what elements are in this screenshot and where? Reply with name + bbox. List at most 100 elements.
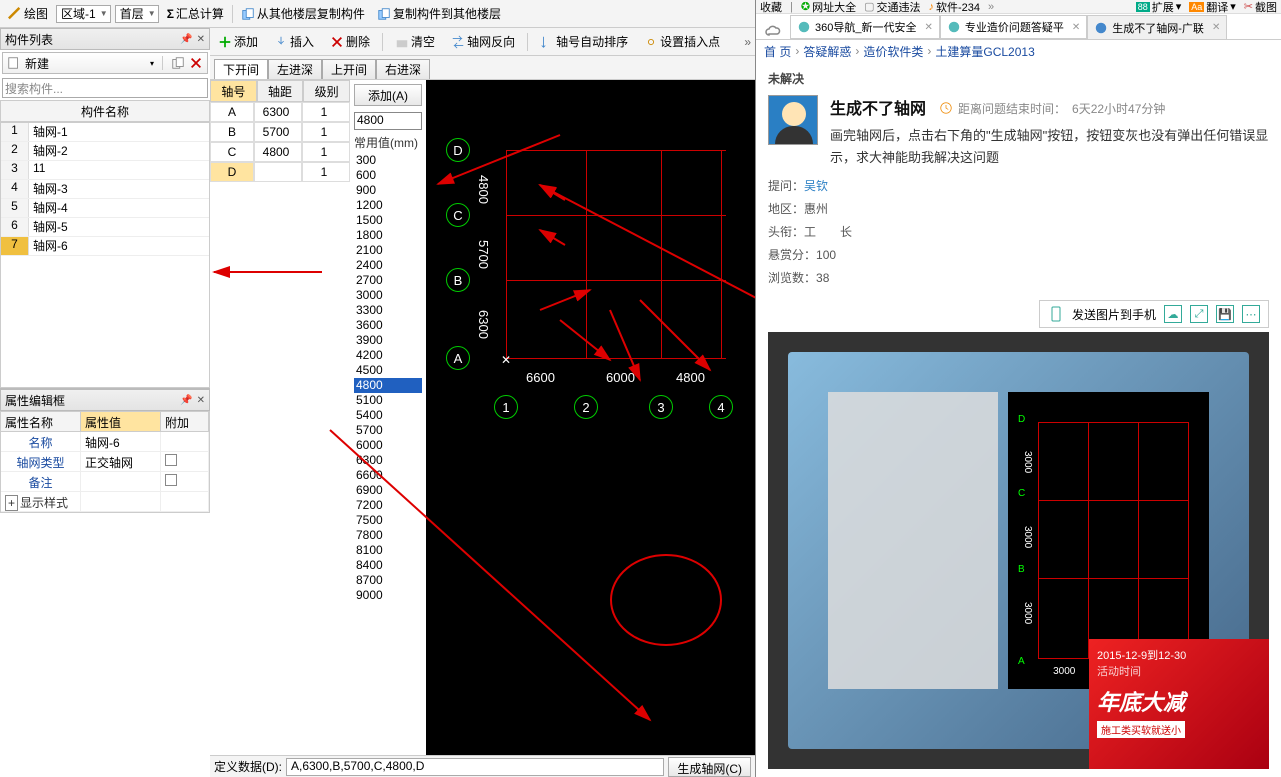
axis-row[interactable]: C48001 (210, 142, 350, 162)
grid-canvas[interactable]: ABCD1234630057004800660060004800 ✕ (426, 80, 755, 755)
more-icon[interactable]: ⋯ (1242, 305, 1260, 323)
value-item[interactable]: 7200 (354, 498, 422, 513)
axis-row[interactable]: D1 (210, 162, 350, 182)
net-btn[interactable]: ✪网址大全 (801, 0, 856, 15)
search-input[interactable]: 搜索构件... (2, 78, 208, 98)
value-list[interactable]: 3006009001200150018002100240027003000330… (354, 153, 422, 755)
new-button[interactable]: 新建 ▾ (2, 52, 208, 74)
send-to-phone[interactable]: 发送图片到手机 (1072, 306, 1156, 323)
value-item[interactable]: 1200 (354, 198, 422, 213)
close-icon[interactable]: ✕ (1212, 22, 1220, 33)
value-item[interactable]: 8700 (354, 573, 422, 588)
list-item[interactable]: 2轴网-2 (1, 142, 209, 161)
set-insert-btn[interactable]: 设置插入点 (640, 31, 724, 52)
value-item[interactable]: 8100 (354, 543, 422, 558)
value-item[interactable]: 3000 (354, 288, 422, 303)
add-btn[interactable]: 添加 (214, 31, 262, 52)
axis-table[interactable]: 轴号 轴距 级别 A63001B57001C48001D1 (210, 80, 350, 755)
value-item[interactable]: 6000 (354, 438, 422, 453)
value-item[interactable]: 6600 (354, 468, 422, 483)
axis-row[interactable]: A63001 (210, 102, 350, 122)
value-item[interactable]: 3600 (354, 318, 422, 333)
value-item[interactable]: 5100 (354, 393, 422, 408)
value-item[interactable]: 9000 (354, 588, 422, 603)
region-combo[interactable]: 区域-1 (56, 5, 111, 23)
value-item[interactable]: 1500 (354, 213, 422, 228)
traffic-btn[interactable]: ▢交通违法 (864, 0, 920, 15)
component-list[interactable]: 1轴网-12轴网-23114轴网-35轴网-46轴网-57轴网-6 (0, 122, 210, 388)
crumb-link[interactable]: 首 页 (764, 43, 791, 60)
more-icon[interactable]: » (988, 1, 994, 13)
value-item[interactable]: 3900 (354, 333, 422, 348)
close-icon[interactable]: ✕ (924, 22, 932, 33)
crumb-link[interactable]: 造价软件类 (863, 43, 923, 60)
generate-grid-btn[interactable]: 生成轴网(C) (668, 757, 751, 777)
tab-1[interactable]: 左进深 (268, 59, 322, 79)
copy-icon[interactable] (171, 56, 185, 70)
list-item[interactable]: 311 (1, 161, 209, 180)
browser-tab[interactable]: 专业造价问题答疑平✕ (940, 15, 1087, 39)
value-item[interactable]: 2700 (354, 273, 422, 288)
expand-icon[interactable]: ⤢ (1190, 305, 1208, 323)
copy-to-floor-btn[interactable]: 复制构件到其他楼层 (373, 3, 505, 24)
cloud-icon[interactable]: ☁ (1164, 305, 1182, 323)
crumb-link[interactable]: 答疑解惑 (803, 43, 851, 60)
trans-btn[interactable]: Aа翻译▾ (1189, 0, 1236, 15)
value-item[interactable]: 4800 (354, 378, 422, 393)
value-item[interactable]: 2400 (354, 258, 422, 273)
crumb-link[interactable]: 土建算量GCL2013 (935, 43, 1034, 60)
delete-btn[interactable]: 删除 (326, 31, 374, 52)
prop-row[interactable]: 名称轴网-6 (1, 432, 209, 452)
floor-combo[interactable]: 首层 (115, 5, 159, 23)
delete-icon[interactable] (189, 56, 203, 70)
browser-tab[interactable]: 360导航_新一代安全✕ (790, 15, 940, 39)
value-item[interactable]: 600 (354, 168, 422, 183)
fav-label[interactable]: 收藏 (760, 0, 782, 15)
cloud-icon[interactable] (765, 23, 781, 39)
shot-btn[interactable]: ✂截图 (1244, 0, 1277, 15)
value-input[interactable]: 4800 (354, 112, 422, 130)
tab-3[interactable]: 右进深 (376, 59, 430, 79)
value-item[interactable]: 4200 (354, 348, 422, 363)
value-item[interactable]: 7500 (354, 513, 422, 528)
value-item[interactable]: 3300 (354, 303, 422, 318)
list-item[interactable]: 4轴网-3 (1, 180, 209, 199)
promo-banner[interactable]: 2015-12-9到12-30 活动时间 年底大减 施工类买软就送小 (1089, 639, 1269, 769)
asker-link[interactable]: 吴钦 (804, 179, 828, 193)
pin-icon[interactable]: 📌 (180, 34, 192, 45)
value-item[interactable]: 900 (354, 183, 422, 198)
prop-row[interactable]: 备注 (1, 472, 209, 492)
value-item[interactable]: 6300 (354, 453, 422, 468)
axis-row[interactable]: B57001 (210, 122, 350, 142)
list-item[interactable]: 1轴网-1 (1, 123, 209, 142)
soft-btn[interactable]: ♪软件-234 (928, 0, 980, 15)
value-item[interactable]: 4500 (354, 363, 422, 378)
value-item[interactable]: 8400 (354, 558, 422, 573)
add-value-btn[interactable]: 添加(A) (354, 84, 422, 106)
value-item[interactable]: 300 (354, 153, 422, 168)
draw-btn[interactable]: 绘图 (4, 3, 52, 24)
value-item[interactable]: 7800 (354, 528, 422, 543)
prop-grid[interactable]: 属性名称 属性值 附加 名称轴网-6轴网类型正交轴网备注 +显示样式 (0, 411, 210, 513)
tab-0[interactable]: 下开间 (214, 59, 268, 79)
phone-icon[interactable] (1048, 306, 1064, 322)
reverse-btn[interactable]: 轴网反向 (447, 31, 519, 52)
save-icon[interactable]: 💾 (1216, 305, 1234, 323)
close-icon[interactable]: ✕ (1072, 22, 1080, 33)
insert-btn[interactable]: 插入 (270, 31, 318, 52)
value-item[interactable]: 2100 (354, 243, 422, 258)
value-item[interactable]: 5400 (354, 408, 422, 423)
browser-tab[interactable]: 生成不了轴网-广联✕ (1087, 15, 1227, 39)
value-item[interactable]: 5700 (354, 423, 422, 438)
sumcalc-btn[interactable]: Σ汇总计算 (163, 3, 228, 24)
prop-row[interactable]: 轴网类型正交轴网 (1, 452, 209, 472)
clear-btn[interactable]: 清空 (391, 31, 439, 52)
def-input[interactable]: A,6300,B,5700,C,4800,D (286, 758, 664, 776)
pin-icon[interactable]: 📌 (180, 395, 192, 406)
value-item[interactable]: 6900 (354, 483, 422, 498)
list-item[interactable]: 6轴网-5 (1, 218, 209, 237)
autosort-btn[interactable]: 轴号自动排序 (536, 31, 632, 52)
copy-from-floor-btn[interactable]: 从其他楼层复制构件 (237, 3, 369, 24)
close-icon[interactable]: ✕ (197, 395, 205, 406)
ext-btn[interactable]: 88扩展▾ (1136, 0, 1182, 15)
